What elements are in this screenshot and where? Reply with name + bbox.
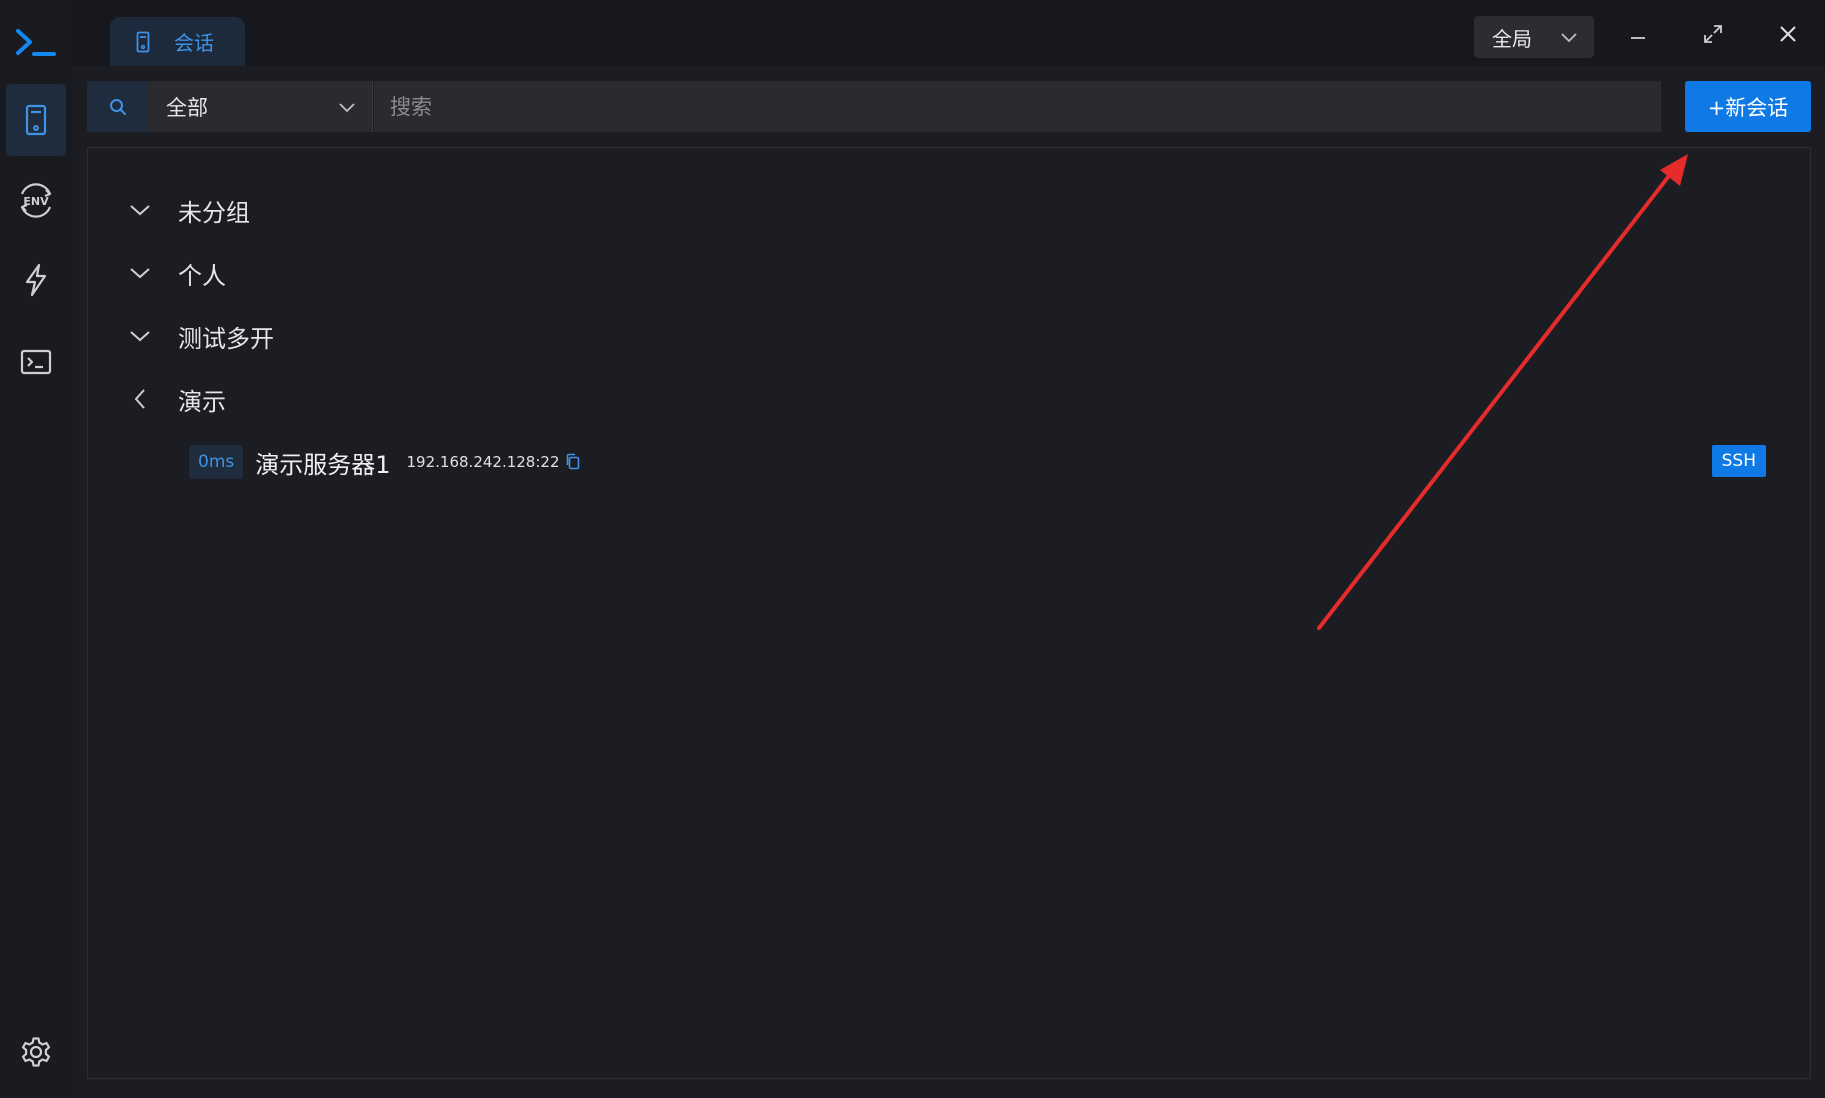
new-session-button[interactable]: +新会话 <box>1685 81 1811 132</box>
group-name: 演示 <box>178 387 226 416</box>
minimize-button[interactable] <box>1615 14 1661 54</box>
scope-select[interactable]: 全局 <box>1474 16 1594 58</box>
protocol-badge: SSH <box>1711 445 1766 477</box>
top-bar: 会话 全局 <box>72 0 1825 66</box>
filter-select[interactable]: 全部 <box>148 81 373 132</box>
group-name: 未分组 <box>178 198 250 227</box>
rail-item-quick[interactable] <box>6 244 66 316</box>
chevron-down-icon <box>339 102 355 112</box>
session-name: 演示服务器1 <box>255 450 391 479</box>
close-button[interactable] <box>1765 14 1811 54</box>
rail-item-sessions[interactable] <box>6 84 66 156</box>
server-icon <box>25 104 47 136</box>
gear-icon <box>21 1037 51 1067</box>
search-icon <box>109 98 126 115</box>
server-icon <box>136 31 150 52</box>
scope-label: 全局 <box>1492 26 1532 51</box>
svg-text:ENV: ENV <box>23 195 49 208</box>
terminal-icon <box>20 349 52 375</box>
group-multi-test[interactable]: 测试多开 <box>128 316 274 356</box>
app-window: ENV 会话 全局 全部 搜索 +新会话 未分组 个人 测试多开 演示 0ms … <box>0 0 1825 1098</box>
group-demo[interactable]: 演示 <box>128 379 226 419</box>
group-name: 个人 <box>178 261 226 290</box>
rail-item-env[interactable]: ENV <box>6 164 66 236</box>
left-rail: ENV <box>0 0 72 1098</box>
chevron-down-icon <box>1561 33 1577 43</box>
search-button[interactable] <box>87 81 148 132</box>
env-icon: ENV <box>20 183 52 218</box>
close-icon <box>1780 26 1796 42</box>
search-input[interactable] <box>374 81 1661 132</box>
chevron-down-icon <box>128 198 152 222</box>
session-tree-panel: 未分组 个人 测试多开 演示 0ms 演示服务器1 192.168.242.12… <box>87 147 1811 1079</box>
expand-icon <box>1704 25 1722 43</box>
maximize-button[interactable] <box>1690 14 1736 54</box>
app-logo-icon <box>16 29 56 56</box>
tab-sessions[interactable]: 会话 <box>110 17 245 66</box>
session-item[interactable]: 0ms 演示服务器1 192.168.242.128:22 SSH <box>189 444 1766 480</box>
search-bar: 全部 <box>87 81 1661 132</box>
copy-icon[interactable] <box>565 453 581 471</box>
group-name: 测试多开 <box>178 324 274 353</box>
lightning-icon <box>25 263 47 297</box>
chevron-down-icon <box>128 261 152 285</box>
rail-item-settings[interactable] <box>6 1016 66 1088</box>
chevron-down-icon <box>128 324 152 348</box>
latency-badge: 0ms <box>189 445 244 479</box>
session-host: 192.168.242.128:22 <box>406 453 560 471</box>
chevron-left-icon <box>128 387 152 411</box>
filter-value: 全部 <box>166 95 208 120</box>
minimize-icon <box>1631 37 1645 39</box>
rail-item-terminal[interactable] <box>6 326 66 398</box>
group-personal[interactable]: 个人 <box>128 253 226 293</box>
tab-label: 会话 <box>174 31 214 55</box>
group-ungrouped[interactable]: 未分组 <box>128 190 250 230</box>
